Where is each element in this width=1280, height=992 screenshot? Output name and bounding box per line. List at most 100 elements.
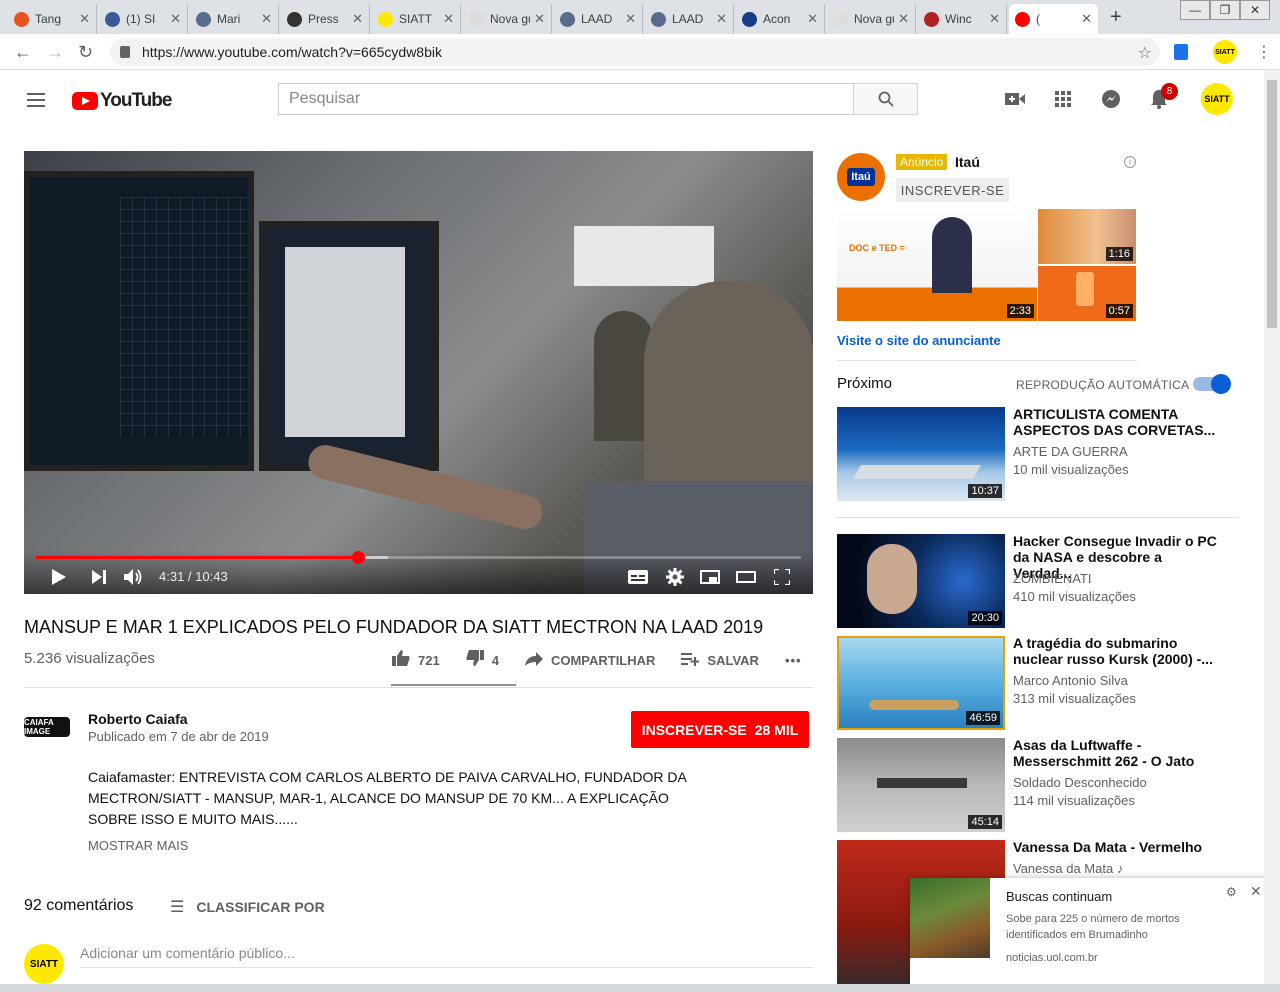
fullscreen-button[interactable] xyxy=(774,567,790,587)
tab-close-icon[interactable]: ✕ xyxy=(1081,11,1092,27)
gear-icon[interactable]: ⚙ xyxy=(1226,885,1237,899)
tab-label: ( xyxy=(1036,12,1040,26)
browser-tab[interactable]: (✕ xyxy=(1009,4,1098,34)
browser-tab[interactable]: LAAD ✕ xyxy=(645,4,734,34)
create-video-icon[interactable] xyxy=(1003,89,1027,109)
search-input[interactable]: Pesquisar xyxy=(278,83,854,115)
close-icon[interactable]: ✕ xyxy=(1250,883,1262,900)
browser-tab[interactable]: LAAD ✕ xyxy=(554,4,643,34)
tab-close-icon[interactable]: ✕ xyxy=(625,11,636,27)
scrollbar-thumb[interactable] xyxy=(1267,80,1277,328)
tab-close-icon[interactable]: ✕ xyxy=(534,11,545,27)
save-button[interactable]: SALVAR xyxy=(681,651,759,671)
tab-favicon-icon xyxy=(378,11,393,27)
volume-button[interactable] xyxy=(124,567,144,587)
video-item-title[interactable]: Vanessa Da Mata - Vermelho xyxy=(1013,839,1223,855)
progress-scrubber[interactable] xyxy=(352,551,366,564)
apps-grid-icon[interactable] xyxy=(1051,89,1075,109)
browser-tab[interactable]: Nova gui ✕ xyxy=(827,4,916,34)
autoplay-toggle[interactable] xyxy=(1193,374,1231,394)
info-icon[interactable]: i xyxy=(1124,156,1136,168)
channel-name[interactable]: Roberto Caiafa xyxy=(88,711,188,727)
browser-tab[interactable]: Winc ✕ xyxy=(918,4,1007,34)
browser-tab[interactable]: Tang ✕ xyxy=(8,4,97,34)
video-frame-ac xyxy=(574,226,714,286)
browser-tab[interactable]: Press ✕ xyxy=(281,4,370,34)
tab-close-icon[interactable]: ✕ xyxy=(898,11,909,27)
settings-button[interactable] xyxy=(666,567,684,587)
video-item-views: 10 mil visualizações xyxy=(1013,462,1129,477)
tab-close-icon[interactable]: ✕ xyxy=(79,11,90,27)
ad-subscribe-button[interactable]: INSCREVER-SE xyxy=(896,178,1009,202)
video-thumbnail[interactable]: 46:59 xyxy=(837,636,1005,730)
video-item-channel: Soldado Desconhecido xyxy=(1013,775,1147,790)
advertiser-name[interactable]: Itaú xyxy=(955,154,980,170)
maximize-button[interactable]: ❐ xyxy=(1210,0,1240,20)
back-icon[interactable]: ← xyxy=(14,42,32,63)
like-button[interactable]: 721 xyxy=(392,650,440,671)
browser-tab[interactable]: Acon ✕ xyxy=(736,4,825,34)
video-item-title[interactable]: A tragédia do submarino nuclear russo Ku… xyxy=(1013,635,1223,667)
tab-close-icon[interactable]: ✕ xyxy=(716,11,727,27)
share-button[interactable]: COMPARTILHAR xyxy=(524,651,655,671)
advertiser-site-link[interactable]: Visite o site do anunciante xyxy=(837,333,1001,348)
close-window-button[interactable]: ✕ xyxy=(1240,0,1270,20)
video-item-views: 313 mil visualizações xyxy=(1013,691,1136,706)
dislike-button[interactable]: 4 xyxy=(466,650,499,671)
tab-close-icon[interactable]: ✕ xyxy=(170,11,181,27)
tab-close-icon[interactable]: ✕ xyxy=(443,11,454,27)
youtube-logo[interactable]: YouTube xyxy=(72,90,172,112)
video-thumbnail[interactable]: 20:30 xyxy=(837,534,1005,628)
comment-input[interactable]: Adicionar um comentário público... xyxy=(80,945,813,968)
subscribe-button[interactable]: INSCREVER-SE 28 MIL xyxy=(631,711,809,748)
browser-tab[interactable]: SIATT ✕ xyxy=(372,4,461,34)
forward-icon[interactable]: → xyxy=(46,42,64,63)
desktop-notification[interactable]: Buscas continuam Sobe para 225 o número … xyxy=(910,878,1272,986)
messages-icon[interactable] xyxy=(1099,89,1123,109)
show-more-button[interactable]: MOSTRAR MAIS xyxy=(88,838,188,853)
divider xyxy=(837,517,1239,518)
view-count: 5.236 visualizações xyxy=(24,650,155,667)
menu-icon[interactable] xyxy=(27,93,45,111)
video-thumbnail[interactable]: 45:14 xyxy=(837,738,1005,832)
ad-badge: Anúncio xyxy=(896,154,948,170)
browser-menu-icon[interactable]: ⋮ xyxy=(1256,42,1272,62)
ad-thumbnail-top[interactable]: 1:16 xyxy=(1038,209,1136,264)
ad-thumbnail-bottom[interactable]: 0:57 xyxy=(1038,266,1136,321)
sort-comments-button[interactable]: ☰ CLASSIFICAR POR xyxy=(170,897,325,917)
tab-close-icon[interactable]: ✕ xyxy=(807,11,818,27)
channel-logo[interactable]: CAIAFA IMAGE xyxy=(24,717,70,737)
miniplayer-button[interactable] xyxy=(700,567,720,587)
progress-bar[interactable] xyxy=(36,551,801,564)
tab-close-icon[interactable]: ✕ xyxy=(261,11,272,27)
video-item-title[interactable]: ARTICULISTA COMENTA ASPECTOS DAS CORVETA… xyxy=(1013,406,1223,438)
minimize-button[interactable]: — xyxy=(1180,0,1210,20)
new-tab-button[interactable]: + xyxy=(1110,6,1122,29)
account-avatar[interactable]: SIATT xyxy=(1201,83,1233,115)
reload-icon[interactable]: ↻ xyxy=(78,42,93,63)
subtitles-button[interactable] xyxy=(628,567,648,587)
advertiser-logo[interactable]: Itaú xyxy=(837,153,885,201)
play-button[interactable] xyxy=(52,567,66,587)
profile-avatar[interactable]: SIATT xyxy=(1213,40,1237,64)
tab-close-icon[interactable]: ✕ xyxy=(989,11,1000,27)
more-actions-button[interactable]: ••• xyxy=(785,653,802,668)
browser-tab[interactable]: Nova gui ✕ xyxy=(463,4,552,34)
video-title: MANSUP E MAR 1 EXPLICADOS PELO FUNDADOR … xyxy=(24,617,764,637)
video-player[interactable]: 4:31 / 10:43 xyxy=(24,151,813,594)
browser-tab[interactable]: Mari ✕ xyxy=(190,4,279,34)
extension-icon[interactable] xyxy=(1174,44,1188,60)
video-item-title[interactable]: Asas da Luftwaffe - Messerschmitt 262 - … xyxy=(1013,737,1223,769)
bookmark-star-icon[interactable]: ☆ xyxy=(1138,43,1152,63)
browser-tab[interactable]: (1) SI ✕ xyxy=(99,4,188,34)
theater-mode-button[interactable] xyxy=(736,567,756,587)
share-arrow-icon xyxy=(524,651,543,671)
video-thumbnail[interactable]: 10:37 xyxy=(837,407,1005,501)
tab-close-icon[interactable]: ✕ xyxy=(352,11,363,27)
next-button[interactable] xyxy=(92,567,106,587)
page-scrollbar[interactable] xyxy=(1264,70,1280,992)
search-button[interactable] xyxy=(853,83,918,115)
address-bar[interactable]: https://www.youtube.com/watch?v=665cydw8… xyxy=(110,38,1160,66)
ad-thumbnail-main[interactable]: DOC e TED = 2:33 xyxy=(837,209,1037,321)
browser-tab-bar: + — ❐ ✕ Tang ✕ (1) SI ✕ Mari ✕ Press ✕ SIATT ✕ Nov… xyxy=(0,0,1280,34)
